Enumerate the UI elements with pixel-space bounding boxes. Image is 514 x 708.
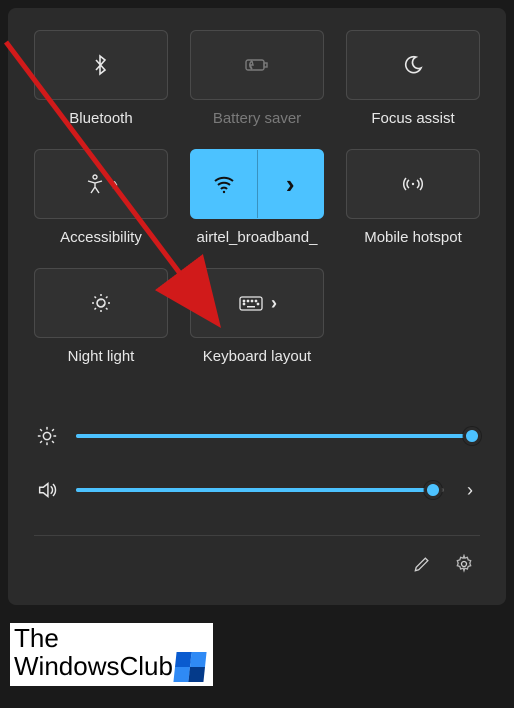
- volume-flyout-button[interactable]: ›: [460, 480, 480, 501]
- battery-saver-tile: [190, 30, 324, 100]
- wifi-flyout-button[interactable]: ›: [257, 150, 324, 218]
- bluetooth-label: Bluetooth: [34, 110, 168, 127]
- night-light-tile[interactable]: [34, 268, 168, 338]
- volume-icon: [34, 479, 60, 501]
- tiles-grid: Bluetooth Battery saver: [34, 30, 480, 379]
- volume-thumb[interactable]: [424, 481, 442, 499]
- bluetooth-icon: [91, 53, 111, 77]
- brightness-row: [34, 409, 480, 463]
- settings-button[interactable]: [454, 554, 474, 574]
- volume-row: ›: [34, 463, 480, 517]
- quick-settings-panel: Bluetooth Battery saver: [8, 8, 506, 605]
- battery-saver-label: Battery saver: [190, 110, 324, 127]
- mobile-hotspot-label: Mobile hotspot: [346, 229, 480, 246]
- wifi-icon: [212, 174, 236, 194]
- focus-assist-label: Focus assist: [346, 110, 480, 127]
- wifi-toggle-area[interactable]: [191, 150, 257, 218]
- accessibility-label: Accessibility: [34, 229, 168, 246]
- night-light-label: Night light: [34, 348, 168, 365]
- watermark: The WindowsClub: [10, 623, 213, 686]
- edit-button[interactable]: [412, 554, 432, 574]
- chevron-right-icon: ›: [112, 174, 118, 195]
- keyboard-layout-label: Keyboard layout: [190, 348, 324, 365]
- brightness-thumb[interactable]: [463, 427, 481, 445]
- brightness-icon: [34, 425, 60, 447]
- hotspot-icon: [400, 174, 426, 194]
- chevron-right-icon: ›: [271, 293, 277, 314]
- watermark-line2: WindowsClub: [14, 653, 173, 680]
- bottom-bar: [34, 535, 480, 591]
- volume-slider[interactable]: [76, 488, 444, 492]
- focus-assist-tile[interactable]: [346, 30, 480, 100]
- wifi-tile[interactable]: ›: [190, 149, 324, 219]
- keyboard-icon: [237, 293, 265, 313]
- moon-icon: [402, 54, 424, 76]
- windows-logo-icon: [173, 652, 206, 682]
- night-light-icon: [89, 291, 113, 315]
- watermark-line1: The: [14, 625, 205, 652]
- keyboard-layout-tile[interactable]: ›: [190, 268, 324, 338]
- mobile-hotspot-tile[interactable]: [346, 149, 480, 219]
- brightness-slider[interactable]: [76, 434, 480, 438]
- battery-saver-icon: [242, 55, 272, 75]
- accessibility-icon: [84, 173, 106, 195]
- chevron-right-icon: ›: [286, 169, 295, 200]
- sliders-area: ›: [34, 409, 480, 517]
- accessibility-tile[interactable]: ›: [34, 149, 168, 219]
- bluetooth-tile[interactable]: [34, 30, 168, 100]
- wifi-label: airtel_broadband_: [190, 229, 324, 246]
